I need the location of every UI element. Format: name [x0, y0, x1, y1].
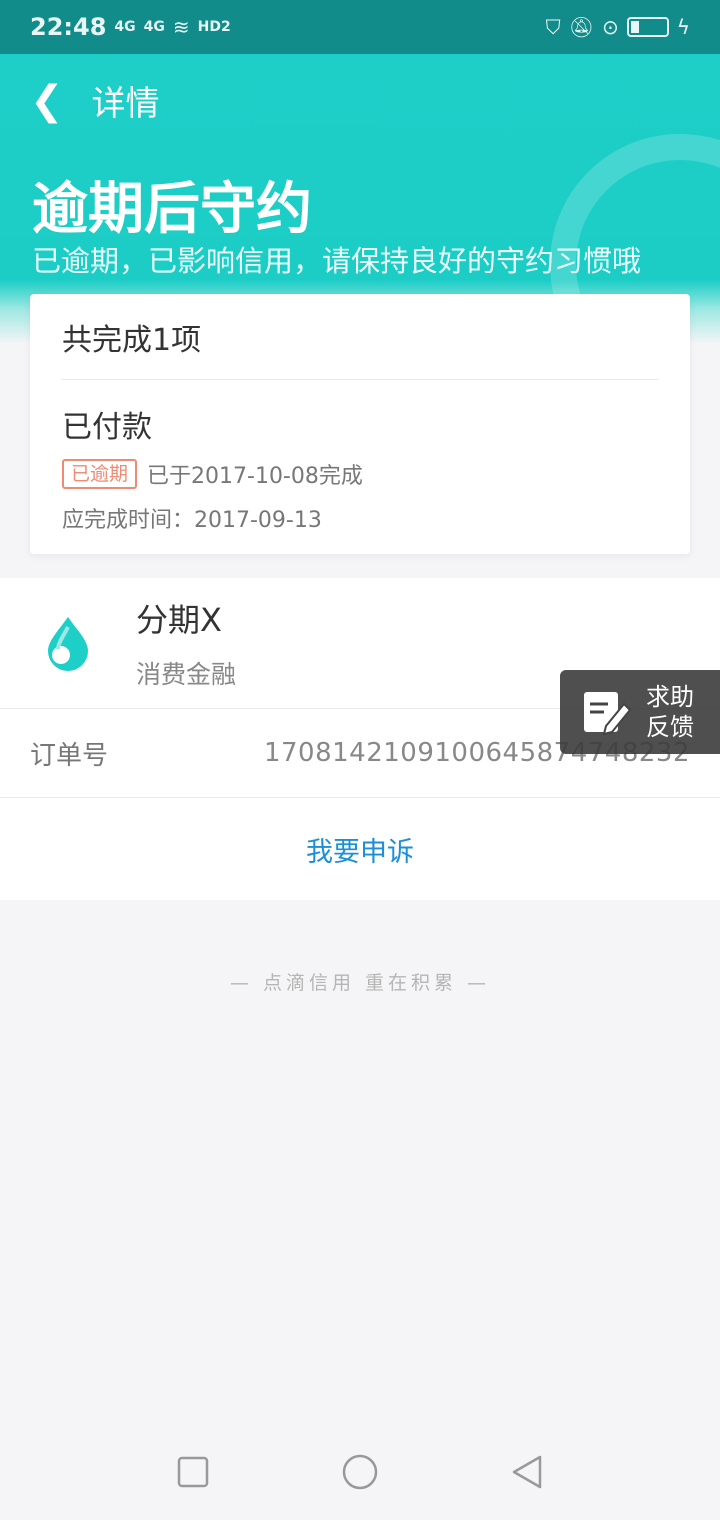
appeal-link[interactable]: 我要申诉: [306, 830, 414, 869]
clock: 22:48: [30, 13, 107, 41]
triangle-back-icon: [512, 1455, 541, 1489]
nav-bar: ❮ 详情: [30, 76, 160, 125]
merchant-info: 分期X 消费金融: [136, 595, 236, 691]
page-title: 详情: [91, 84, 160, 124]
help-feedback-label: 求助反馈: [646, 683, 694, 741]
overdue-badge: 已逾期: [62, 459, 138, 489]
summary-card: 共完成1项 已付款 已逾期 已于2017-10-08完成 应完成时间：2017-…: [30, 294, 690, 554]
merchant-name: 分期X: [136, 601, 222, 639]
status-bar: 22:48 4G 4G ≋ HD2 ⛉ 🔕︎ ⊙ ϟ: [0, 0, 720, 54]
circle-icon: [342, 1454, 378, 1490]
mute-icon: 🔕︎: [568, 15, 595, 39]
card-heading: 共完成1项: [62, 294, 658, 380]
battery-icon: [626, 17, 669, 37]
lock-rotation-icon: ⊙: [602, 15, 619, 39]
charging-icon: ϟ: [676, 15, 690, 39]
due-text: 应完成时间：2017-09-13: [62, 508, 322, 533]
status-left: 22:48 4G 4G ≋ HD2: [30, 13, 231, 41]
edit-note-icon: [584, 692, 632, 736]
appeal-row: 我要申诉: [0, 798, 720, 900]
help-feedback-button[interactable]: 求助反馈: [560, 670, 720, 754]
recents-button[interactable]: [163, 1442, 223, 1502]
merchant-category: 消费金融: [136, 660, 237, 689]
item-title: 已付款: [62, 410, 152, 445]
wifi-icon: ≋: [172, 15, 190, 39]
status-right: ⛉ 🔕︎ ⊙ ϟ: [546, 15, 690, 39]
water-drop-icon: [48, 617, 88, 671]
signal-icon: 4G: [114, 19, 136, 35]
signal-icon-2: 4G: [143, 19, 165, 35]
home-button[interactable]: [330, 1442, 390, 1502]
system-nav-bar: [0, 1424, 720, 1520]
hero-subtitle: 已逾期，已影响信用，请保持良好的守约习惯哦: [32, 244, 642, 278]
order-label: 订单号: [30, 740, 109, 771]
hd-icon: HD2: [197, 19, 231, 35]
shield-icon: ⛉: [545, 15, 561, 39]
item-status-row: 已逾期 已于2017-10-08完成: [62, 458, 658, 490]
slogan: — 点滴信用 重在积累 —: [229, 972, 491, 994]
back-icon[interactable]: ❮: [30, 81, 64, 121]
hero-title: 逾期后守约: [32, 177, 312, 242]
completed-text: 已于2017-10-08完成: [147, 464, 363, 489]
square-icon: [178, 1456, 209, 1488]
back-button[interactable]: [497, 1442, 557, 1502]
